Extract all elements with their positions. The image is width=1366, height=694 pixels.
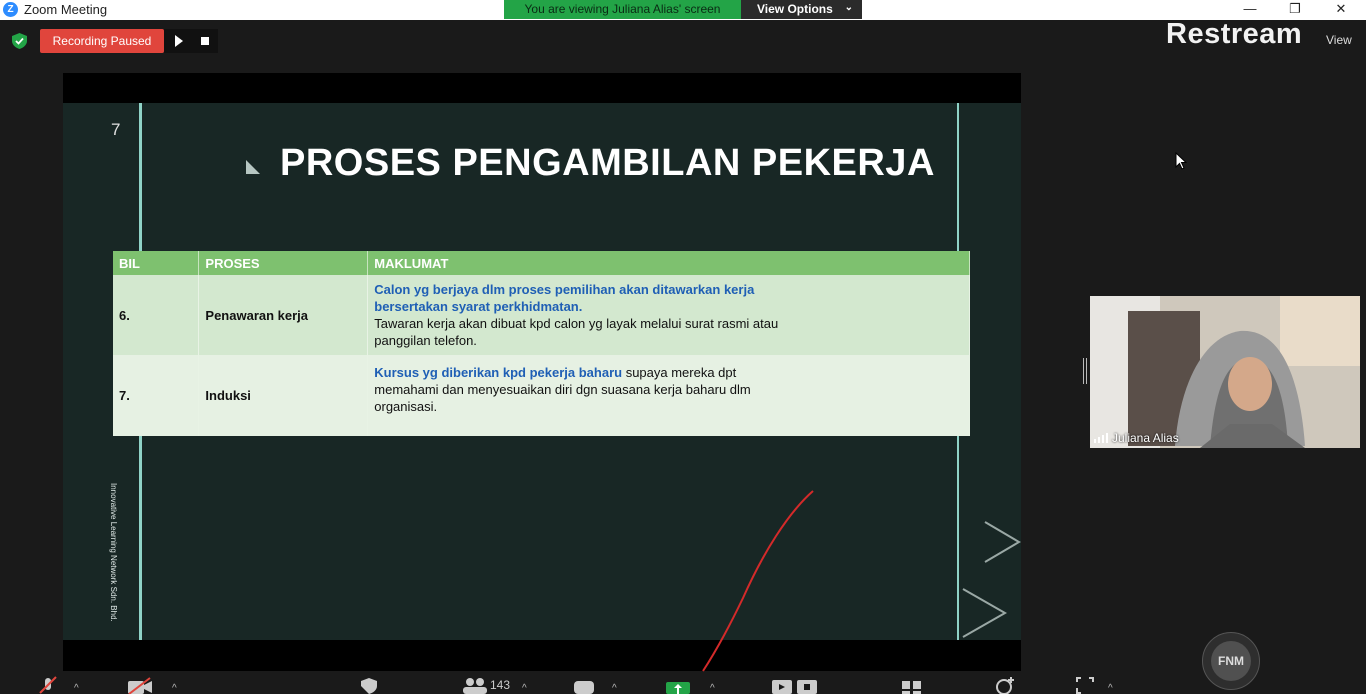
- minimize-button[interactable]: —: [1235, 0, 1265, 20]
- zoom-logo-icon: Z: [3, 2, 18, 17]
- table-row: 7. Induksi Kursus yg diberikan kpd peker…: [113, 355, 970, 436]
- participants-options-chevron-icon[interactable]: ^: [522, 683, 527, 694]
- signal-strength-icon: [1094, 433, 1108, 443]
- more-options-chevron-icon[interactable]: ^: [1108, 683, 1113, 694]
- reactions-icon[interactable]: [994, 676, 1016, 694]
- stop-video-icon[interactable]: [126, 676, 154, 694]
- whiteboard-icon[interactable]: [1075, 676, 1095, 694]
- maklumat-highlight: Kursus yg diberikan kpd pekerja baharu: [374, 365, 623, 380]
- participant-video: [1090, 296, 1360, 448]
- title-bullet-icon: [246, 160, 260, 174]
- participant-name: Juliana Alias: [1112, 431, 1179, 445]
- tile-resize-handle[interactable]: [1083, 358, 1087, 384]
- video-options-chevron-icon[interactable]: ^: [172, 683, 177, 694]
- slide-title: PROSES PENGAMBILAN PEKERJA: [280, 142, 935, 184]
- cell-bil: 6.: [113, 275, 200, 355]
- avatar-initials: FNM: [1211, 641, 1251, 681]
- stop-icon[interactable]: [201, 37, 209, 45]
- maklumat-text: Tawaran kerja akan dibuat kpd calon yg l…: [374, 316, 779, 348]
- view-options-button[interactable]: View Options ⌄: [741, 0, 862, 19]
- table-header-row: BIL PROSES MAKLUMAT: [113, 251, 970, 275]
- window-title: Zoom Meeting: [24, 2, 108, 17]
- participant-video-tile[interactable]: Juliana Alias: [1090, 296, 1360, 448]
- close-button[interactable]: ✕: [1326, 0, 1356, 20]
- header-maklumat: MAKLUMAT: [367, 251, 970, 275]
- cell-bil: 7.: [113, 355, 200, 436]
- chat-options-chevron-icon[interactable]: ^: [612, 683, 617, 694]
- view-menu-button[interactable]: View: [1326, 33, 1352, 47]
- participants-icon[interactable]: [462, 676, 488, 694]
- mute-microphone-icon[interactable]: [38, 676, 58, 694]
- annotation-stroke: [702, 490, 814, 672]
- share-options-chevron-icon[interactable]: ^: [710, 683, 715, 694]
- audio-options-chevron-icon[interactable]: ^: [74, 683, 79, 694]
- recording-status-badge: Recording Paused: [40, 29, 164, 53]
- header-bil: BIL: [113, 251, 200, 275]
- apps-icon[interactable]: [901, 676, 923, 694]
- header-proses: PROSES: [198, 251, 369, 275]
- chevron-right-icon: [984, 521, 1021, 563]
- cell-maklumat: Kursus yg diberikan kpd pekerja baharu s…: [367, 355, 970, 436]
- table-row: 6. Penawaran kerja Calon yg berjaya dlm …: [113, 275, 970, 355]
- viewing-screen-label: You are viewing Juliana Alias' screen: [504, 0, 741, 19]
- cell-proses: Induksi: [198, 355, 369, 436]
- maklumat-highlight: Calon yg berjaya dlm proses pemilihan ak…: [374, 282, 755, 314]
- restream-logo: Restream: [1166, 18, 1303, 50]
- cell-maklumat: Calon yg berjaya dlm proses pemilihan ak…: [367, 275, 970, 355]
- chevron-down-icon: ⌄: [844, 2, 853, 13]
- zoom-window: Z Zoom Meeting — ❐ ✕ You are viewing Jul…: [0, 0, 1366, 694]
- company-vertical-text: Innovative Learning Network Sdn. Bhd.: [109, 483, 118, 622]
- play-icon[interactable]: [175, 35, 183, 47]
- record-icon[interactable]: [771, 676, 819, 694]
- chevron-right-icon: [962, 588, 1008, 638]
- screen-share-banner: You are viewing Juliana Alias' screen Vi…: [504, 0, 862, 19]
- participant-count: 143: [490, 678, 511, 692]
- slide-number: 7: [111, 120, 121, 139]
- security-shield-icon[interactable]: [359, 676, 379, 694]
- cell-proses: Penawaran kerja: [198, 275, 369, 355]
- participant-name-label: Juliana Alias: [1094, 431, 1179, 445]
- mouse-cursor-icon: [1175, 152, 1187, 170]
- self-avatar[interactable]: FNM: [1202, 632, 1260, 690]
- meeting-toolbar: [0, 672, 1366, 694]
- share-screen-icon[interactable]: [666, 676, 690, 694]
- presentation-slide: 7 PROSES PENGAMBILAN PEKERJA BIL PROSES …: [63, 103, 1021, 640]
- restore-button[interactable]: ❐: [1280, 0, 1310, 20]
- chat-icon[interactable]: [573, 676, 595, 694]
- process-table: BIL PROSES MAKLUMAT 6. Penawaran kerja C…: [113, 251, 970, 436]
- view-options-label: View Options: [757, 2, 833, 16]
- shared-screen: 7 PROSES PENGAMBILAN PEKERJA BIL PROSES …: [63, 73, 1021, 672]
- encryption-shield-icon[interactable]: [12, 33, 27, 49]
- recording-controls: [164, 29, 218, 53]
